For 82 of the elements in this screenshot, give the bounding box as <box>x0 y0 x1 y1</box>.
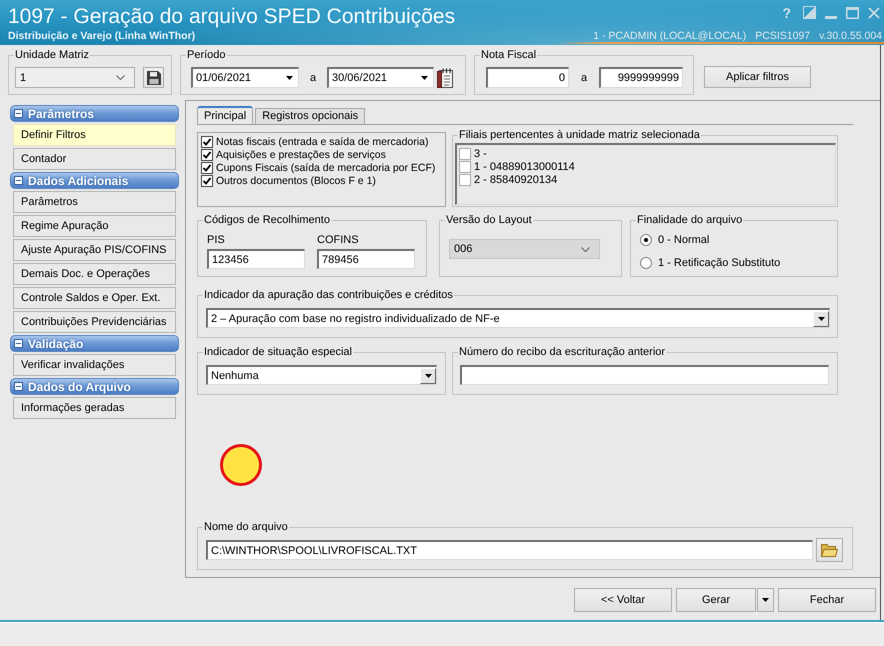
nav-item[interactable]: Demais Doc. e Operações <box>13 263 176 285</box>
checkbox-label: 3 - <box>474 148 487 160</box>
group-label: Unidade Matriz <box>14 48 90 62</box>
checkbox[interactable] <box>201 174 213 186</box>
group-label: Número do recibo da escrituração anterior <box>458 345 666 359</box>
caret-down-icon <box>424 374 432 378</box>
calendar-icon[interactable] <box>437 68 453 88</box>
group-label: Indicador da apuração das contribuições e créditos <box>203 288 454 302</box>
back-button[interactable]: << Voltar <box>574 588 672 612</box>
radio-button[interactable] <box>640 257 652 269</box>
group-label: Códigos de Recolhimento <box>203 213 331 227</box>
nav-item[interactable]: Controle Saldos e Oper. Ext. <box>13 287 176 309</box>
checkbox[interactable] <box>459 160 471 172</box>
apply-filters-button[interactable]: Aplicar filtros <box>704 66 811 88</box>
tab[interactable]: Principal <box>197 106 254 125</box>
group-label: Filiais pertencentes à unidade matriz selecionada <box>458 128 701 142</box>
nav-item[interactable]: Definir Filtros <box>13 124 176 146</box>
invoice-start-field[interactable]: 0 <box>486 67 569 88</box>
start-date-field[interactable]: 01/06/2021 <box>191 67 299 88</box>
field-label: PIS <box>207 233 226 247</box>
checkbox-label: Notas fiscais (entrada e saída de mercadoria) <box>216 136 428 148</box>
end-date-field[interactable]: 30/06/2021 <box>327 67 434 88</box>
group-label: Nota Fiscal <box>480 48 538 62</box>
chevron-down-icon <box>116 75 125 80</box>
checkbox-label: Cupons Fiscais (saída de mercadoria por ECF) <box>216 162 436 174</box>
window-subtitle: Distribuição e Varejo (Linha WinThor) <box>8 30 196 42</box>
nav-item[interactable]: Ajuste Apuração PIS/COFINS <box>13 239 176 261</box>
tab[interactable]: Registros opcionais <box>255 108 366 124</box>
radio-label: 1 - Retificação Substituto <box>658 257 780 269</box>
version-label: v.30.0.55.004 <box>819 30 882 42</box>
nav-item[interactable]: Informações geradas <box>13 397 176 419</box>
checkbox[interactable] <box>201 162 213 174</box>
group-label: Nome do arquivo <box>203 520 289 534</box>
nav-item[interactable]: Parâmetros <box>13 191 176 213</box>
chevron-down-icon <box>581 246 590 252</box>
caret-down-icon <box>286 76 293 80</box>
checkbox[interactable] <box>459 148 471 160</box>
nav-item[interactable]: Contribuições Previdenciárias <box>13 311 176 333</box>
window-title: 1097 - Geração do arquivo SPED Contribuições <box>8 5 456 29</box>
close-window-button[interactable]: Fechar <box>778 588 876 612</box>
checkbox-label: 1 - 04889013000114 <box>474 160 575 172</box>
file-path-field[interactable]: C:\WINTHOR\SPOOL\LIVROFISCAL.TXT <box>206 540 813 560</box>
checkbox-label: Outros documentos (Blocos F e 1) <box>216 174 376 186</box>
checkbox-label: 2 - 85840920134 <box>474 174 558 186</box>
caret-down-icon <box>818 316 824 320</box>
radio-label: 0 - Normal <box>658 234 710 246</box>
unit-dropdown[interactable]: 1 <box>15 67 135 88</box>
generate-button[interactable]: Gerar <box>676 588 756 612</box>
group-label: Versão do Layout <box>445 213 533 227</box>
special-situation-dropdown[interactable]: Nenhuma <box>206 365 437 385</box>
nav-item[interactable]: Verificar invalidações <box>13 354 176 376</box>
save-button[interactable] <box>143 67 164 88</box>
invoice-end-field[interactable]: 9999999999 <box>599 67 683 88</box>
minus-icon[interactable] <box>14 382 23 391</box>
nav-item[interactable]: Regime Apuração <box>13 215 176 237</box>
minus-icon[interactable] <box>14 339 23 348</box>
group-label: Finalidade do arquivo <box>636 213 744 227</box>
group-label: Indicador de situação especial <box>203 345 353 359</box>
receipt-number-field[interactable] <box>460 365 829 385</box>
radio-button[interactable] <box>640 234 652 246</box>
checkbox-label: Aquisições e prestações de serviços <box>216 148 386 160</box>
nav-item[interactable]: Contador <box>13 148 176 170</box>
range-separator: a <box>580 72 588 84</box>
minus-icon[interactable] <box>14 109 23 118</box>
program-code-label: PCSIS1097 <box>755 30 810 42</box>
group-label: Período <box>186 48 227 62</box>
checkbox[interactable] <box>201 148 213 160</box>
checkbox[interactable] <box>201 136 213 148</box>
code-field[interactable]: 123456 <box>207 249 305 269</box>
folder-icon <box>821 544 838 556</box>
click-indicator-icon <box>220 444 262 486</box>
browse-button[interactable] <box>816 538 843 562</box>
code-field[interactable]: 789456 <box>317 249 415 269</box>
session-label: 1 - PCADMIN (LOCAL@LOCAL) <box>593 30 746 42</box>
caret-down-icon <box>762 598 769 602</box>
minus-icon[interactable] <box>14 176 23 185</box>
range-separator: a <box>308 72 318 84</box>
dropdown-button[interactable] <box>757 588 774 612</box>
checkbox[interactable] <box>459 174 471 186</box>
calculation-indicator-dropdown[interactable]: 2 – Apuração com base no registro individualizado de NF-e <box>206 308 830 328</box>
caret-down-icon <box>421 76 428 80</box>
field-label: COFINS <box>317 233 360 247</box>
